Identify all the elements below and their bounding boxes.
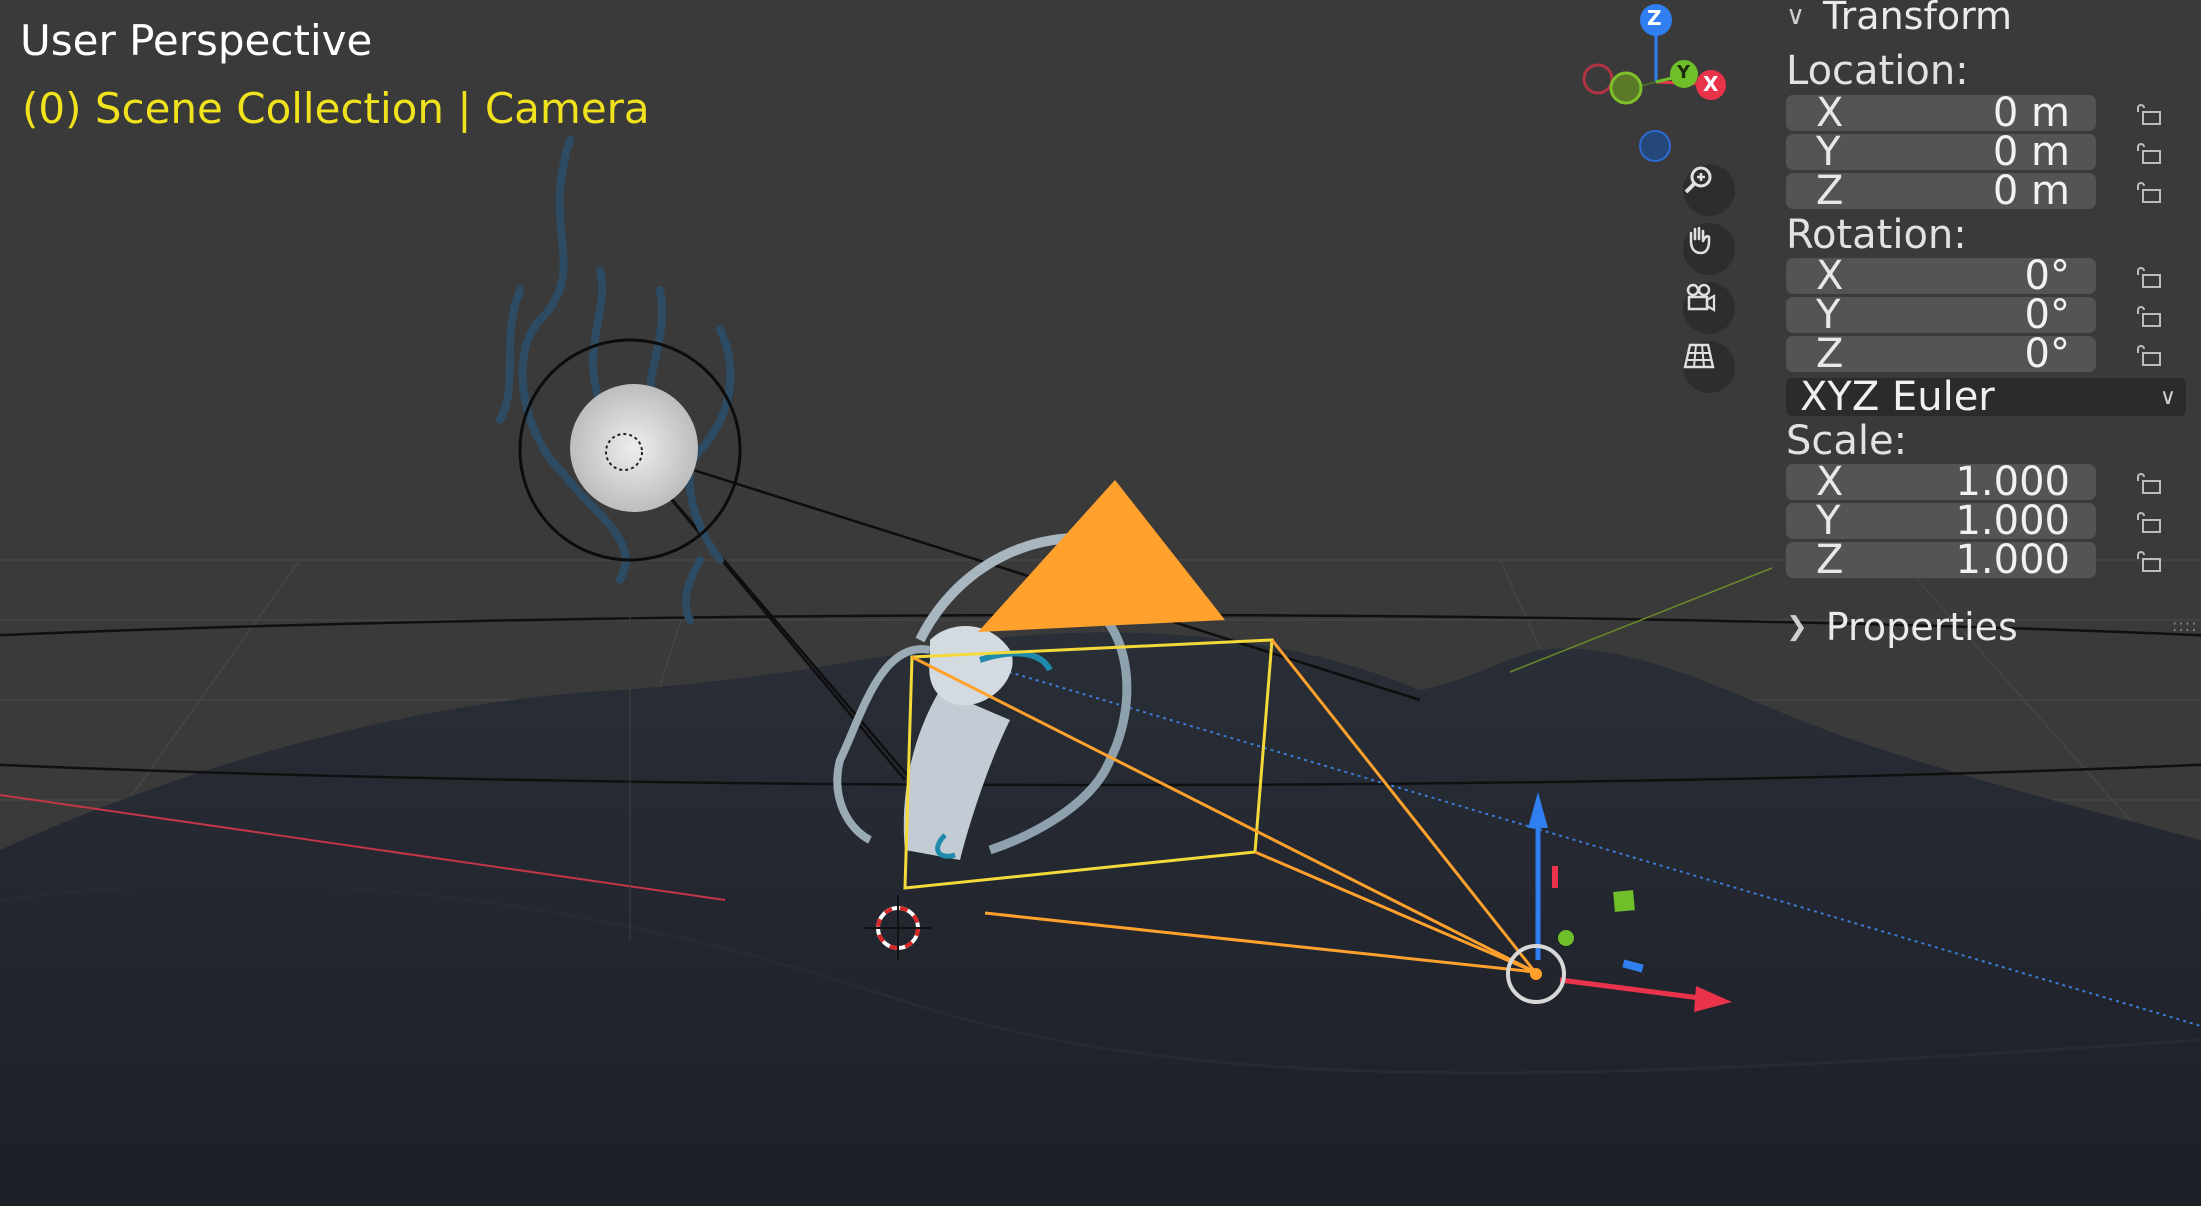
sun-lamp[interactable] [570,384,698,512]
transform-header-label: Transform [1823,0,2013,38]
zoom-icon[interactable] [1683,164,1735,216]
location-y-field[interactable]: Y 0 m [1786,129,2096,175]
gizmo-neg-x[interactable] [1582,63,1614,95]
camera-view-icon[interactable] [1683,282,1735,334]
lock-icon[interactable] [2134,304,2162,328]
rotation-x-field[interactable]: X 0° [1786,253,2096,299]
scale-x-field[interactable]: X 1.000 [1786,459,2096,505]
hand-pan-icon[interactable] [1683,223,1735,275]
lock-icon[interactable] [2134,102,2162,126]
viewport-title: User Perspective [20,16,373,65]
rotation-y-field[interactable]: Y 0° [1786,292,2096,338]
rotation-mode-value: XYZ Euler [1800,374,1995,420]
terrain-mesh[interactable] [0,632,2201,1206]
field-axis: Z [1816,331,1844,377]
transform-header[interactable]: ∨ Transform [1786,0,2013,38]
rotation-z-field[interactable]: Z 0° [1786,331,2096,377]
lock-icon[interactable] [2134,180,2162,204]
gizmo-z-label: Z [1647,6,1662,30]
sidebar-transform-panel[interactable]: ∨ Transform Location: X 0 m Y 0 m Z 0 m … [1772,0,2201,660]
lock-icon[interactable] [2134,510,2162,534]
scale-y-field[interactable]: Y 1.000 [1786,498,2096,544]
location-x-field[interactable]: X 0 m [1786,90,2096,136]
gizmo-y-label: Y [1677,62,1691,83]
properties-header-label: Properties [1825,605,2018,649]
field-axis: Z [1816,168,1844,214]
lock-icon[interactable] [2134,265,2162,289]
gizmo-neg-z[interactable] [1639,130,1671,162]
camera-up-triangle [978,480,1225,632]
rotation-mode-select[interactable]: XYZ Euler ∨ [1786,374,2186,420]
field-axis: Z [1816,537,1844,583]
gizmo-x-label: X [1703,72,1719,96]
field-value: 0° [2024,331,2070,377]
lock-icon[interactable] [2134,343,2162,367]
rotation-label: Rotation: [1786,212,1967,258]
properties-header[interactable]: ❯ Properties [1786,605,2018,649]
grid-perspective-icon[interactable] [1683,341,1735,393]
sun-tendrils [496,136,735,624]
lock-icon[interactable] [2134,141,2162,165]
scale-z-field[interactable]: Z 1.000 [1786,537,2096,583]
gizmo-neg-y[interactable] [1609,71,1643,105]
lock-icon[interactable] [2134,471,2162,495]
viewport-active-object: (0) Scene Collection | Camera [22,84,650,133]
chevron-right-icon: ❯ [1786,612,1808,642]
lock-icon[interactable] [2134,549,2162,573]
scale-label: Scale: [1786,418,1908,464]
chevron-down-icon: ∨ [1786,1,1806,31]
field-value: 1.000 [1955,537,2070,583]
drag-grip-icon[interactable]: :::: [2172,616,2198,635]
chevron-down-icon: ∨ [2159,384,2176,410]
location-z-field[interactable]: Z 0 m [1786,168,2096,214]
field-value: 0 m [1992,168,2070,214]
location-label: Location: [1786,48,1969,94]
